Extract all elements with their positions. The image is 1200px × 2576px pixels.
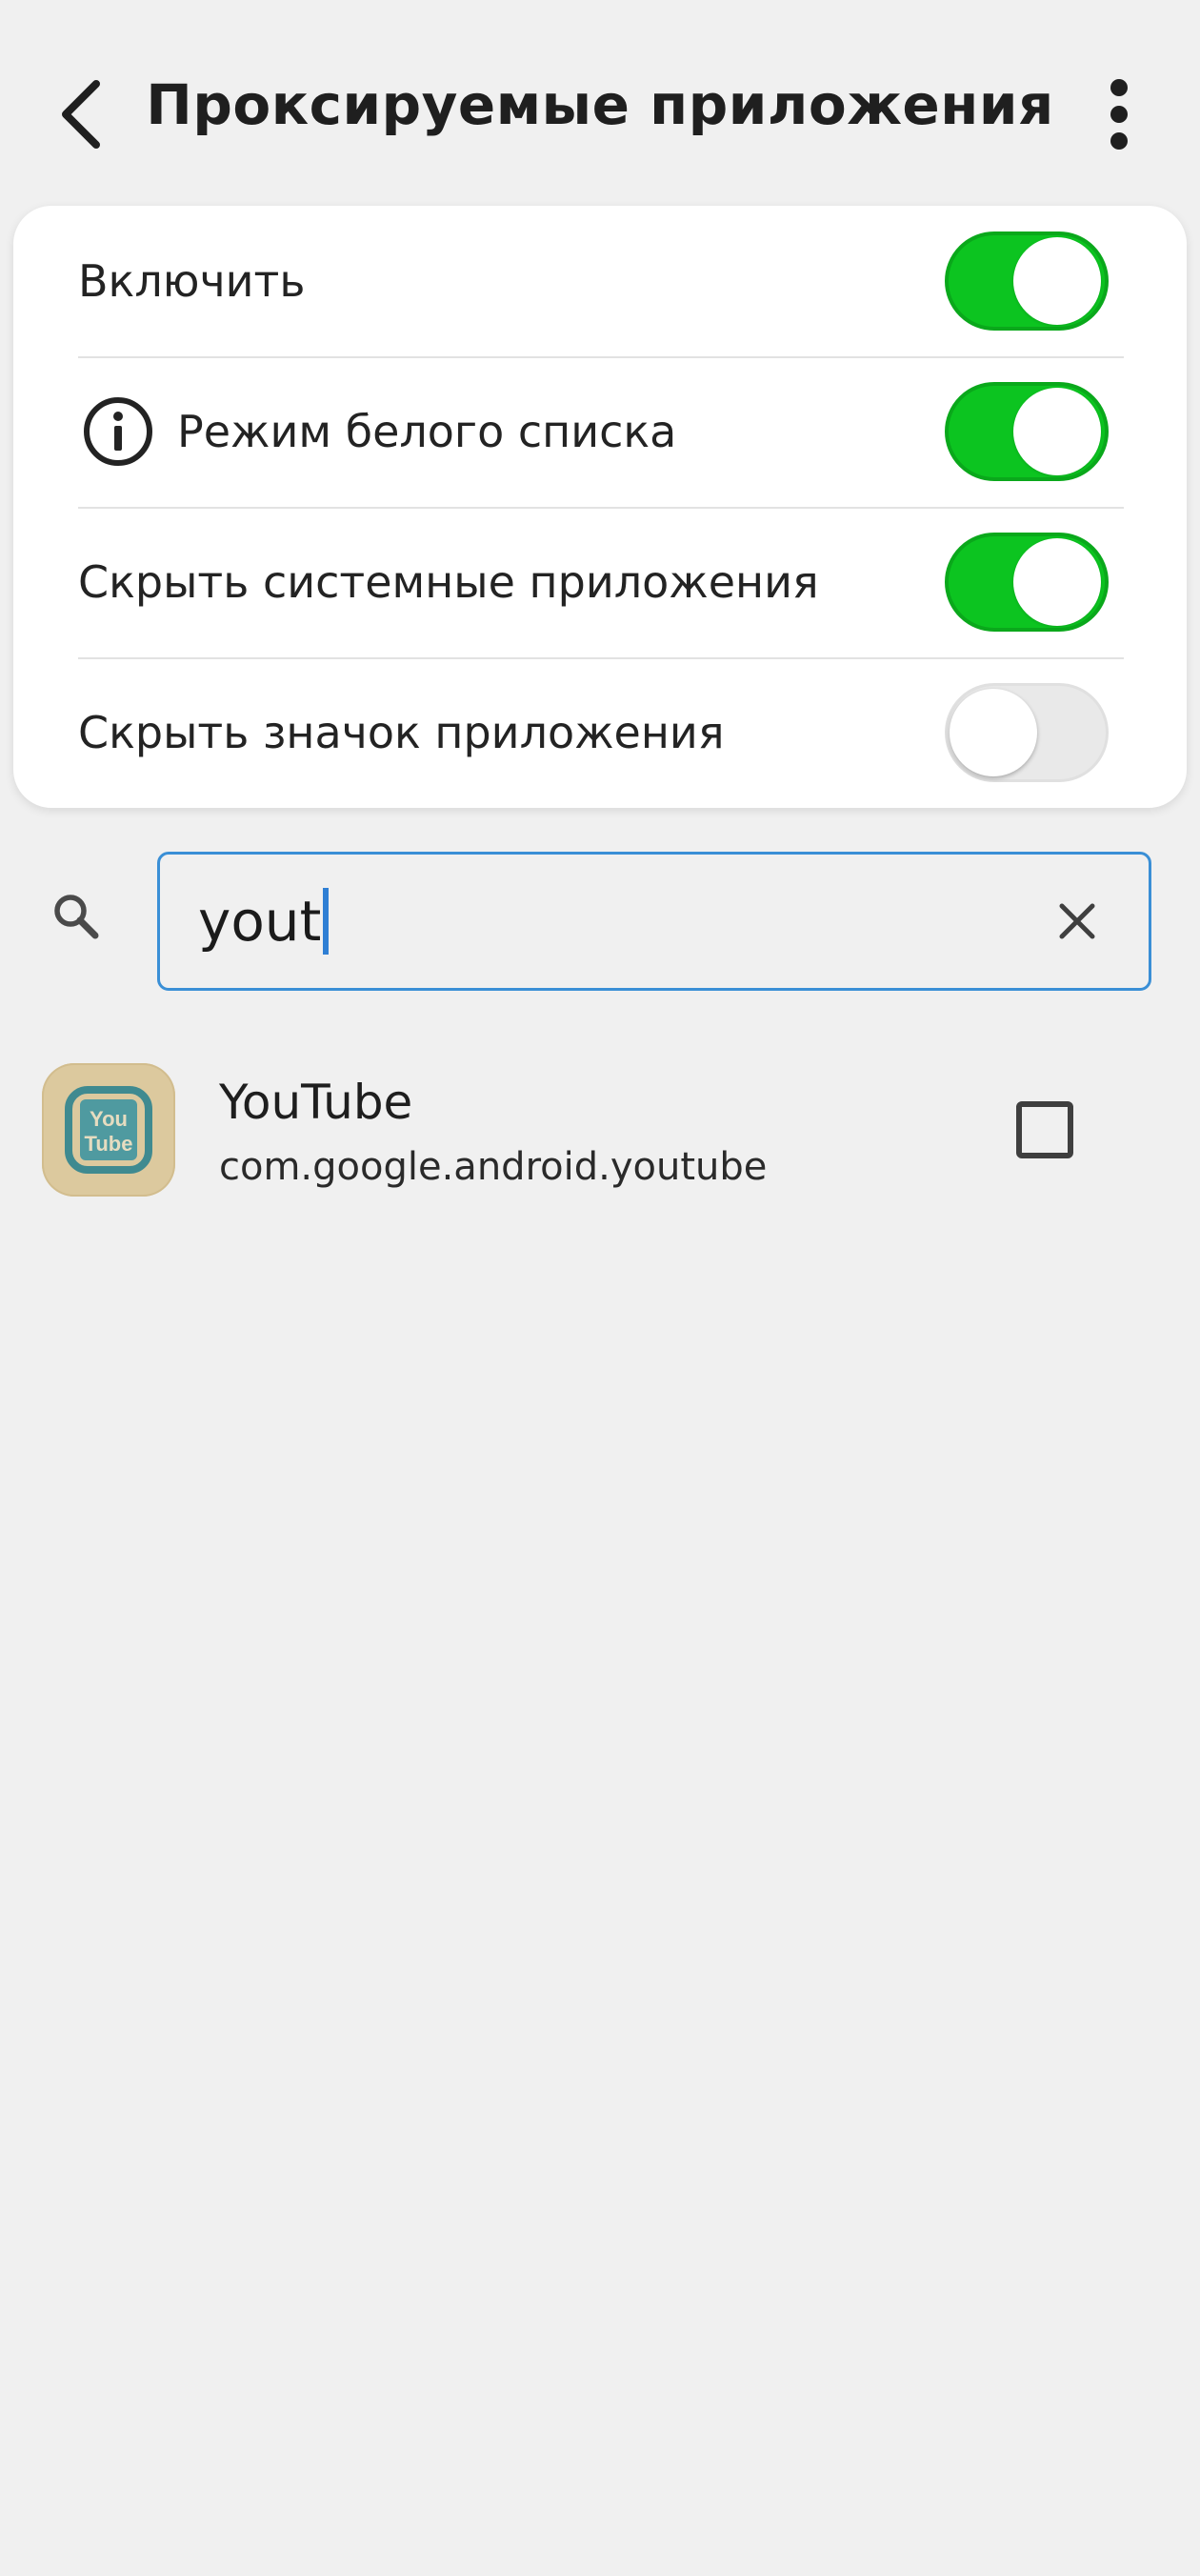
more-options-button[interactable] bbox=[1076, 67, 1162, 162]
search-text: yout bbox=[198, 889, 322, 954]
setting-label-enable: Включить bbox=[78, 255, 306, 307]
setting-label-hide-app-icon: Скрыть значок приложения bbox=[78, 707, 725, 758]
setting-row-hide-system-apps[interactable]: Скрыть системные приложения bbox=[13, 507, 1187, 657]
top-app-bar: Проксируемые приложения bbox=[0, 0, 1200, 225]
arrow-back-icon bbox=[62, 80, 100, 149]
toggle-knob bbox=[950, 689, 1037, 776]
page-title: Проксируемые приложения bbox=[146, 72, 1054, 137]
toggle-whitelist-mode[interactable] bbox=[945, 382, 1109, 481]
setting-row-whitelist-mode[interactable]: Режим белого списка bbox=[13, 356, 1187, 507]
setting-label-whitelist-mode: Режим белого списка bbox=[177, 406, 677, 457]
youtube-icon-graphic: You Tube bbox=[65, 1086, 152, 1174]
more-vert-icon bbox=[1110, 79, 1128, 150]
toggle-knob bbox=[1013, 388, 1101, 475]
text-caret bbox=[323, 888, 330, 955]
search-input[interactable]: yout bbox=[157, 852, 1151, 991]
close-icon bbox=[1059, 903, 1095, 939]
app-icon-text-line2: Tube bbox=[85, 1132, 133, 1156]
info-icon[interactable] bbox=[80, 393, 156, 470]
back-button[interactable] bbox=[38, 57, 124, 171]
toggle-knob bbox=[1013, 237, 1101, 325]
setting-row-enable[interactable]: Включить bbox=[13, 206, 1187, 356]
setting-row-hide-app-icon[interactable]: Скрыть значок приложения bbox=[13, 657, 1187, 808]
app-icon-text-line1: You bbox=[90, 1107, 128, 1131]
toggle-enable[interactable] bbox=[945, 231, 1109, 331]
toggle-hide-system-apps[interactable] bbox=[945, 533, 1109, 632]
settings-card: Включить Режим белого списка Скрыть сист… bbox=[13, 206, 1187, 808]
toggle-hide-app-icon[interactable] bbox=[945, 683, 1109, 782]
app-package-name: com.google.android.youtube bbox=[219, 1145, 768, 1189]
clear-search-button[interactable] bbox=[1044, 888, 1110, 955]
app-name: YouTube bbox=[219, 1075, 413, 1130]
list-item[interactable]: You Tube YouTube com.google.android.yout… bbox=[0, 1048, 1200, 1218]
app-checkbox[interactable] bbox=[1016, 1101, 1073, 1158]
search-icon bbox=[54, 895, 99, 939]
search-input-value: yout bbox=[198, 888, 330, 955]
youtube-app-icon: You Tube bbox=[42, 1063, 175, 1197]
toggle-knob bbox=[1013, 538, 1101, 626]
setting-label-hide-system-apps: Скрыть системные приложения bbox=[78, 556, 819, 608]
